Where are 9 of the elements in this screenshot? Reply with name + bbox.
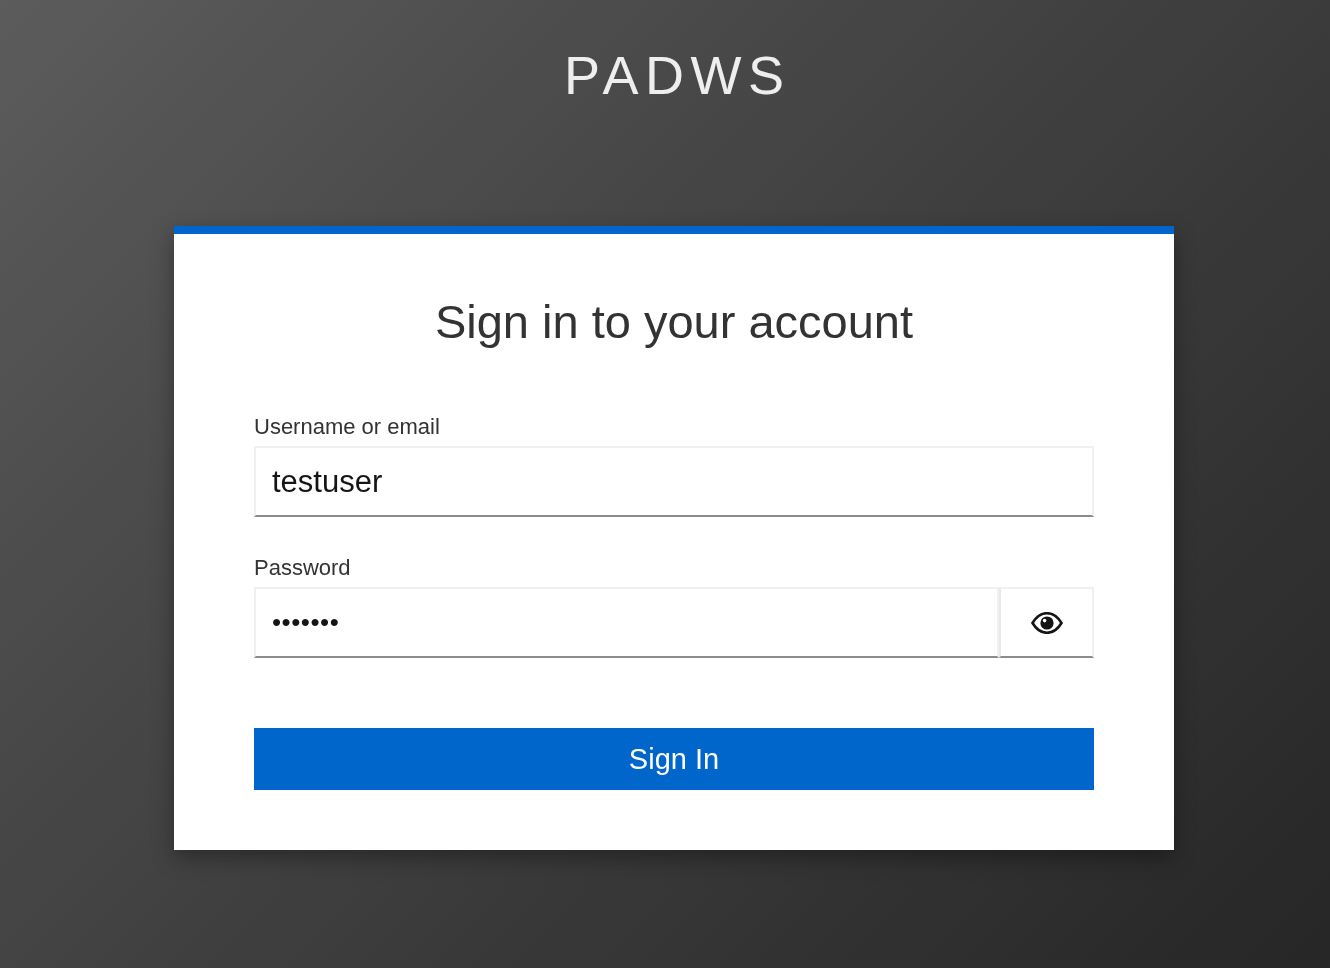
- username-field[interactable]: testuser: [254, 446, 1094, 518]
- password-field[interactable]: •••••••: [254, 587, 999, 659]
- field-label: Username or email: [254, 413, 440, 441]
- sign-in-button[interactable]: Sign In: [254, 728, 1094, 791]
- form-heading: Sign in to your account: [433, 296, 915, 348]
- field-label: Password: [254, 555, 351, 582]
- show-password-button[interactable]: [999, 587, 1094, 659]
- brand-title: PADWS: [563, 48, 791, 102]
- eye-icon: [1030, 611, 1063, 634]
